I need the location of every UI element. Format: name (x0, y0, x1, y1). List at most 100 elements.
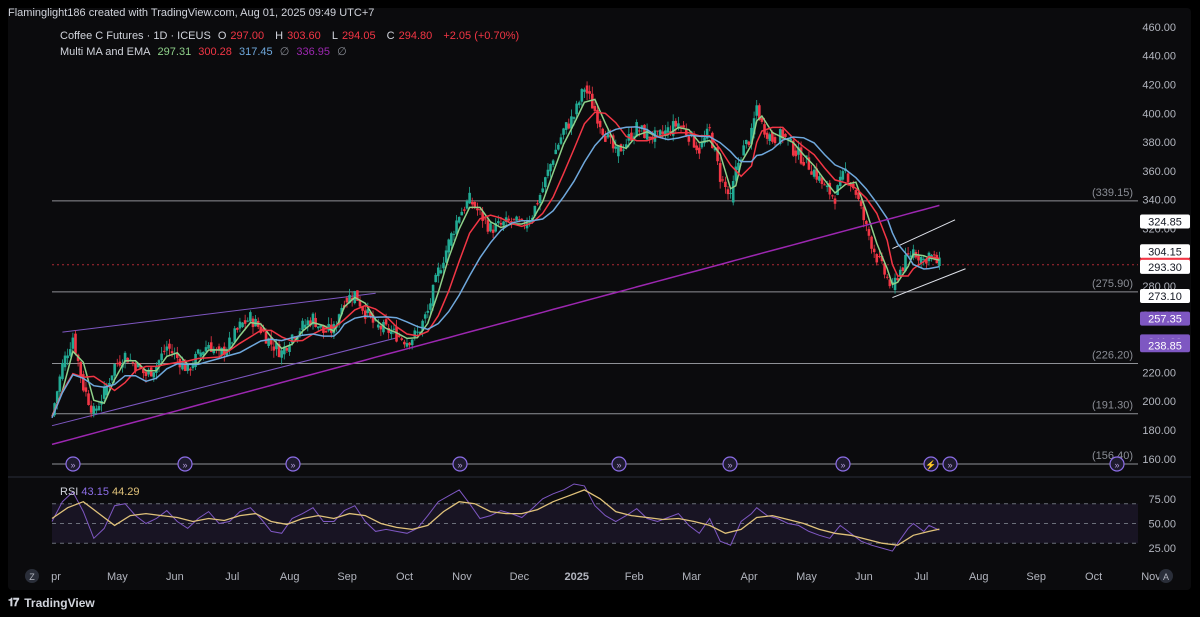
candle-body (403, 341, 406, 345)
event-marker-glyph: » (616, 460, 621, 470)
candle-body (442, 262, 445, 269)
candle-body (392, 328, 396, 330)
tradingview-logo-icon: 𝟏𝟕 (8, 596, 19, 609)
time-axis-label: Jul (914, 571, 928, 583)
rsi-label[interactable]: RSI (60, 486, 78, 498)
candle-body (89, 405, 93, 413)
candle-body (152, 372, 156, 378)
candle-body (288, 345, 291, 353)
candle-body (207, 344, 210, 349)
price-axis-label: 200.00 (1142, 396, 1176, 408)
chart-svg[interactable]: 460.00 440.00 420.00 400.00 380.00 360.00 340.… (0, 0, 1200, 617)
candle-body (601, 128, 605, 135)
candle-body (666, 127, 670, 133)
time-axis-label: Sep (337, 571, 357, 583)
event-marker-glyph: » (182, 460, 187, 470)
candle-body (726, 189, 730, 195)
price-axis-label: 440.00 (1142, 51, 1176, 63)
candle-body (812, 169, 816, 177)
candle-body (400, 338, 404, 340)
candle-body (554, 149, 558, 155)
candle-body (520, 218, 524, 220)
time-axis-label: Jun (166, 571, 184, 583)
horizontal-level-label: (226.20) (1092, 349, 1133, 361)
candle-body (191, 365, 195, 369)
event-marker-glyph: » (947, 460, 952, 470)
candle-body (538, 194, 542, 204)
candle-body (872, 248, 876, 253)
event-marker-glyph: » (1114, 460, 1119, 470)
candle-body (901, 267, 905, 271)
time-axis-label: Apr (740, 571, 757, 583)
candle-body (379, 326, 383, 330)
candle-body (303, 324, 307, 328)
time-axis-label: Dec (510, 571, 530, 583)
time-axis-label: Sep (1026, 571, 1046, 583)
candle-body (95, 408, 98, 411)
price-tag-label: 257.35 (1148, 314, 1182, 326)
candle-body (423, 314, 427, 319)
candle-body (557, 144, 560, 150)
candle-body (165, 346, 169, 351)
candle-body (742, 145, 745, 156)
candle-body (376, 324, 380, 328)
candle-body (189, 368, 192, 371)
candle-body (429, 303, 432, 310)
time-axis-label: Jul (225, 571, 239, 583)
candle-body (483, 218, 487, 220)
candle-body (697, 147, 701, 154)
candle-body (489, 223, 492, 232)
candle-body (405, 343, 409, 347)
candle-body (577, 102, 581, 106)
candle-body (768, 134, 772, 141)
candle-body (79, 361, 83, 377)
candle-body (243, 320, 247, 324)
candle-body (149, 367, 153, 377)
candle-body (178, 358, 182, 368)
candle-body (755, 105, 759, 116)
candle-body (859, 201, 863, 207)
time-axis-label: Aug (969, 571, 989, 583)
time-axis-label: Nov (1141, 571, 1161, 583)
candle-body (61, 362, 64, 379)
candle-body (118, 361, 122, 366)
candle-body (559, 137, 563, 144)
candle-body (238, 321, 242, 329)
candle-body (765, 132, 769, 139)
candle-body (110, 375, 114, 381)
candle-body (199, 352, 203, 357)
rsi-axis-label: 50.00 (1148, 518, 1176, 530)
horizontal-level-label: (191.30) (1092, 400, 1133, 412)
candle-body (695, 145, 698, 151)
candle-body (450, 233, 453, 246)
event-marker-glyph: » (727, 460, 732, 470)
candle-body (491, 229, 495, 233)
horizontal-level-label: (339.15) (1092, 187, 1133, 199)
candle-body (230, 342, 234, 344)
rsi-legend: RSI 43.15 44.29 (60, 486, 140, 498)
candle-body (74, 333, 77, 354)
candle-body (460, 211, 464, 216)
candle-body (241, 322, 244, 328)
candle-body (724, 181, 727, 188)
price-tag-label: 273.10 (1148, 291, 1182, 303)
candle-body (115, 363, 119, 365)
price-axis-label: 340.00 (1142, 195, 1176, 207)
event-marker-glyph: » (840, 460, 845, 470)
candle-body (729, 192, 732, 194)
price-axis-label: 180.00 (1142, 425, 1176, 437)
brand-name: TradingView (24, 596, 95, 610)
candle-body (932, 254, 936, 256)
candle-body (113, 363, 116, 376)
ma-line-3 (51, 126, 940, 419)
price-tag-label: 324.85 (1148, 216, 1182, 228)
candle-body (862, 206, 866, 221)
candle-body (87, 393, 90, 406)
candle-body (648, 136, 652, 139)
candle-body (833, 198, 837, 204)
candle-body (58, 376, 62, 392)
candle-body (272, 346, 276, 351)
candle-body (444, 250, 448, 263)
candle-body (810, 171, 813, 175)
footer-brand: 𝟏𝟕 TradingView (8, 596, 95, 610)
